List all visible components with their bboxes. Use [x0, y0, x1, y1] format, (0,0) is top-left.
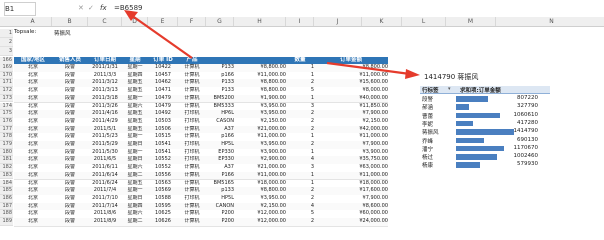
arrow-to-result — [326, 61, 420, 79]
arrow-to-formula — [124, 10, 193, 59]
annotation-arrows — [124, 10, 420, 79]
